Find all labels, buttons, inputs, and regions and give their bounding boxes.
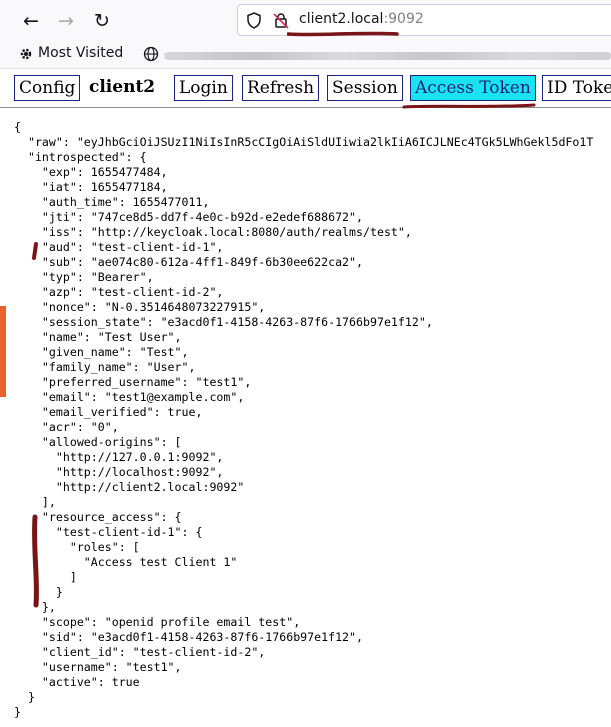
reload-icon[interactable]: ↻ (89, 8, 115, 34)
bookmark-most-visited[interactable]: Most Visited (38, 45, 123, 61)
bookmarks-bar: Most Visited (0, 40, 611, 69)
config-button[interactable]: Config (14, 75, 81, 101)
back-arrow-icon[interactable]: ← (18, 8, 44, 34)
forward-arrow-icon[interactable]: → (53, 8, 79, 34)
globe-icon[interactable] (143, 46, 159, 62)
token-json: { "raw": "eyJhbGciOiJSUzI1NiIsInR5cCIgOi… (14, 120, 594, 719)
access-token-button[interactable]: Access Token (410, 75, 536, 101)
url-host: client2.local (299, 11, 384, 27)
id-token-button[interactable]: ID Token (542, 75, 611, 101)
tab-underline-annotation (402, 103, 536, 109)
refresh-button[interactable]: Refresh (242, 75, 320, 101)
shield-icon[interactable] (246, 12, 262, 29)
session-button[interactable]: Session (327, 75, 403, 101)
browser-toolbar: ← → ↻ client2.local:9092 (0, 0, 611, 40)
url-text[interactable]: client2.local:9092 (299, 11, 424, 27)
login-button[interactable]: Login (174, 75, 233, 101)
gear-icon (20, 48, 32, 60)
url-underline-annotation (287, 31, 399, 37)
blurred-bookmarks (164, 52, 611, 60)
insecure-lock-icon[interactable] (273, 12, 289, 29)
url-port: :9092 (383, 11, 424, 27)
page-content: Config client2 Login Refresh Session Acc… (0, 69, 611, 727)
app-brand: client2 (89, 77, 156, 97)
left-edge-marker (0, 306, 6, 397)
